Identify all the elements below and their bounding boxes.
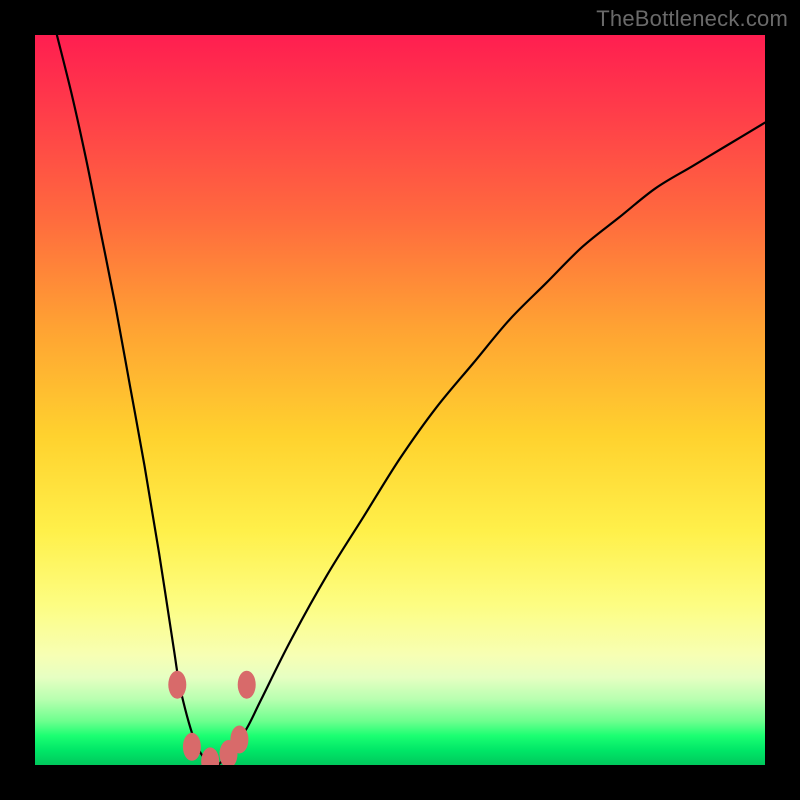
curve-marker: [230, 726, 248, 754]
bottleneck-curve: [57, 35, 765, 765]
watermark-text: TheBottleneck.com: [596, 6, 788, 32]
curve-marker: [201, 747, 219, 765]
curve-marker: [168, 671, 186, 699]
curve-marker: [238, 671, 256, 699]
marker-group: [168, 671, 255, 765]
plot-area: [35, 35, 765, 765]
curve-marker: [183, 733, 201, 761]
curve-svg: [35, 35, 765, 765]
chart-frame: TheBottleneck.com: [0, 0, 800, 800]
